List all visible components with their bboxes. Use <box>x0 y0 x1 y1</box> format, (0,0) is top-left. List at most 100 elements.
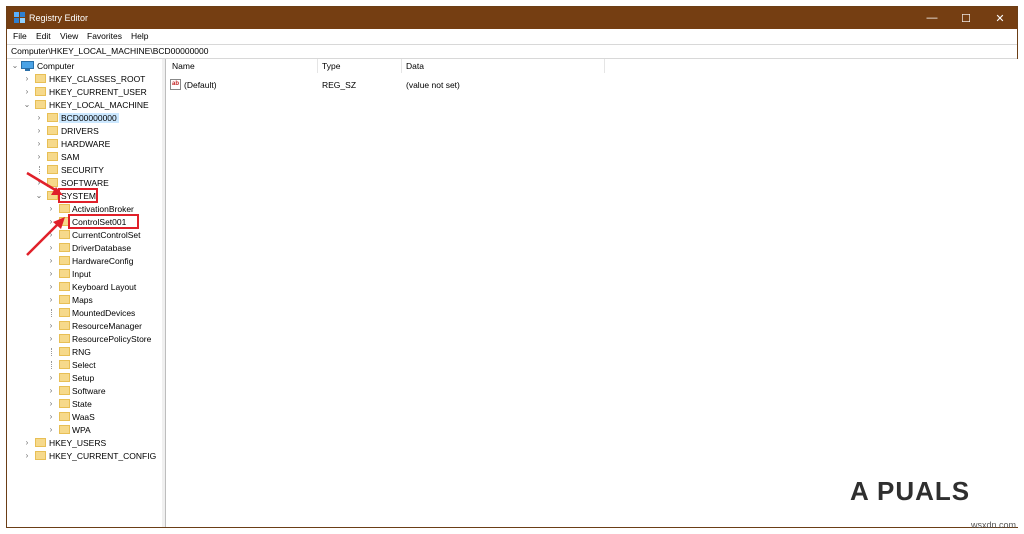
tree-node-state[interactable]: › State <box>7 398 157 410</box>
chevron-right-icon[interactable]: › <box>23 73 31 85</box>
tree-node-bcd00000000[interactable]: › BCD00000000 <box>7 112 157 124</box>
tree-label: State <box>72 399 92 409</box>
folder-icon <box>59 399 70 408</box>
chevron-right-icon[interactable]: › <box>23 437 31 449</box>
tree-label: HARDWARE <box>61 139 111 149</box>
chevron-right-icon[interactable]: › <box>47 372 55 384</box>
tree-label: Computer <box>37 61 75 71</box>
tree-connector <box>51 361 53 369</box>
chevron-right-icon[interactable]: › <box>47 385 55 397</box>
tree-label: Input <box>72 269 91 279</box>
folder-icon <box>35 438 46 447</box>
menu-file[interactable]: File <box>13 31 27 41</box>
tree-node-hkey-current-user[interactable]: › HKEY_CURRENT_USER <box>7 86 157 98</box>
tree-node-setup[interactable]: › Setup <box>7 372 157 384</box>
chevron-right-icon[interactable]: › <box>47 333 55 345</box>
tree-pane[interactable]: ⌄ Computer › HKEY_CLASSES_ROOT › HKEY_CU… <box>7 59 164 527</box>
tree-node-hkey-current-config[interactable]: › HKEY_CURRENT_CONFIG <box>7 450 157 462</box>
chevron-right-icon[interactable]: › <box>23 86 31 98</box>
tree-node-computer[interactable]: ⌄ Computer <box>7 60 157 72</box>
chevron-down-icon[interactable]: ⌄ <box>11 60 19 72</box>
folder-icon <box>35 100 46 109</box>
address-bar[interactable]: Computer\HKEY_LOCAL_MACHINE\BCD00000000 <box>7 44 1017 59</box>
menu-favorites[interactable]: Favorites <box>87 31 122 41</box>
tree-label: ResourceManager <box>72 321 142 331</box>
folder-icon <box>59 269 70 278</box>
tree-node-resourcepolicystore[interactable]: › ResourcePolicyStore <box>7 333 157 345</box>
column-divider[interactable] <box>317 59 318 73</box>
chevron-right-icon[interactable]: › <box>47 411 55 423</box>
tree-node-hardware[interactable]: › HARDWARE <box>7 138 157 150</box>
tree-node-rng[interactable]: RNG <box>7 346 157 358</box>
column-header-name[interactable]: Name <box>172 61 195 71</box>
tree-node-wpa[interactable]: › WPA <box>7 424 157 436</box>
chevron-right-icon[interactable]: › <box>47 398 55 410</box>
chevron-right-icon[interactable]: › <box>35 125 43 137</box>
tree-node-mounteddevices[interactable]: MountedDevices <box>7 307 157 319</box>
tree-label: SAM <box>61 152 80 162</box>
tree-node-waas[interactable]: › WaaS <box>7 411 157 423</box>
chevron-down-icon[interactable]: ⌄ <box>23 99 31 111</box>
tree-label: DRIVERS <box>61 126 99 136</box>
chevron-right-icon[interactable]: › <box>47 320 55 332</box>
value-type: REG_SZ <box>322 80 357 90</box>
column-header-data[interactable]: Data <box>406 61 424 71</box>
tree-connector <box>51 348 53 356</box>
tree-node-maps[interactable]: › Maps <box>7 294 157 306</box>
address-path[interactable]: Computer\HKEY_LOCAL_MACHINE\BCD00000000 <box>11 46 208 56</box>
tree-node-software-system[interactable]: › Software <box>7 385 157 397</box>
values-pane[interactable]: Name Type Data ab (Default) REG_SZ (valu… <box>165 59 1018 527</box>
tree-node-drivers[interactable]: › DRIVERS <box>7 125 157 137</box>
tree-node-hkey-local-machine[interactable]: ⌄ HKEY_LOCAL_MACHINE <box>7 99 157 111</box>
chevron-right-icon[interactable]: › <box>35 112 43 124</box>
tree-node-resourcemanager[interactable]: › ResourceManager <box>7 320 157 332</box>
close-button[interactable]: ✕ <box>983 7 1017 29</box>
tree-node-keyboard-layout[interactable]: › Keyboard Layout <box>7 281 157 293</box>
chevron-right-icon[interactable]: › <box>47 281 55 293</box>
maximize-button[interactable]: ☐ <box>949 7 983 29</box>
column-divider[interactable] <box>401 59 402 73</box>
folder-icon <box>47 126 58 135</box>
column-header-type[interactable]: Type <box>322 61 340 71</box>
tree-label: RNG <box>72 347 91 357</box>
tree-node-hkey-users[interactable]: › HKEY_USERS <box>7 437 157 449</box>
tree-label: HKEY_CURRENT_USER <box>49 87 147 97</box>
tree-label: HKEY_LOCAL_MACHINE <box>49 100 149 110</box>
folder-icon <box>35 74 46 83</box>
chevron-right-icon[interactable]: › <box>35 151 43 163</box>
tree-connector <box>51 309 53 317</box>
chevron-right-icon[interactable]: › <box>23 450 31 462</box>
folder-icon <box>59 360 70 369</box>
menu-view[interactable]: View <box>60 31 78 41</box>
tree-label: CurrentControlSet <box>72 230 141 240</box>
tree-label: Setup <box>72 373 95 383</box>
chevron-right-icon[interactable]: › <box>47 424 55 436</box>
minimize-button[interactable]: — <box>915 7 949 29</box>
tree-node-input[interactable]: › Input <box>7 268 157 280</box>
folder-icon <box>59 412 70 421</box>
folder-icon <box>35 451 46 460</box>
tree-node-select[interactable]: Select <box>7 359 157 371</box>
value-name[interactable]: (Default) <box>184 80 217 90</box>
computer-icon <box>21 61 34 71</box>
controlset001-highlight-box <box>68 214 139 229</box>
menu-edit[interactable]: Edit <box>36 31 51 41</box>
brand-logo: A PUALS <box>850 476 971 506</box>
column-divider[interactable] <box>604 59 605 73</box>
tree-label: HKEY_CLASSES_ROOT <box>49 74 146 84</box>
value-data: (value not set) <box>406 80 460 90</box>
registry-editor-window: Registry Editor — ☐ ✕ File Edit View Fav… <box>6 6 1018 528</box>
folder-icon <box>47 113 58 122</box>
tree-label: Maps <box>72 295 93 305</box>
title-bar[interactable]: Registry Editor — ☐ ✕ <box>7 7 1017 29</box>
chevron-right-icon[interactable]: › <box>47 268 55 280</box>
tree-node-hkey-classes-root[interactable]: › HKEY_CLASSES_ROOT <box>7 73 157 85</box>
watermark: wsxdn.com <box>970 520 1016 530</box>
chevron-right-icon[interactable]: › <box>47 294 55 306</box>
tree-node-sam[interactable]: › SAM <box>7 151 157 163</box>
chevron-right-icon[interactable]: › <box>35 138 43 150</box>
tree-label: WaaS <box>72 412 95 422</box>
string-value-icon: ab <box>170 79 181 90</box>
menu-help[interactable]: Help <box>131 31 148 41</box>
menu-bar: File Edit View Favorites Help <box>7 29 1017 43</box>
